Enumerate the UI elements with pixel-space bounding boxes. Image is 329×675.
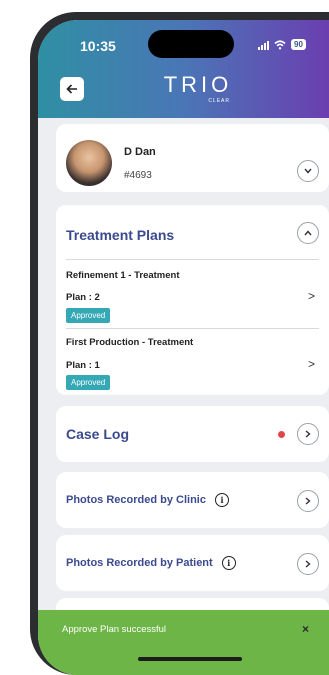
wifi-icon xyxy=(274,39,286,49)
case-log-card[interactable]: Case Log xyxy=(56,406,329,462)
plan-number: Plan : 1 xyxy=(66,360,100,371)
status-badge: Approved xyxy=(66,308,111,323)
status-time: 10:35 xyxy=(80,38,116,54)
photos-patient-button[interactable] xyxy=(297,553,319,575)
photos-clinic-label: Photos Recorded by Clinic xyxy=(66,493,206,506)
photos-clinic-title: Photos Recorded by Clinic i xyxy=(66,493,230,507)
divider xyxy=(66,259,319,260)
treatment-plans-card: Treatment Plans Refinement 1 - Treatment… xyxy=(56,205,329,395)
treatment-plans-title: Treatment Plans xyxy=(66,227,175,243)
chevron-down-icon xyxy=(304,168,312,174)
photos-clinic-card[interactable]: Photos Recorded by Clinic i xyxy=(56,472,329,528)
chevron-right-icon: > xyxy=(307,289,315,303)
expand-patient-button[interactable] xyxy=(297,160,319,182)
chevron-right-icon: > xyxy=(307,357,315,371)
chevron-right-icon xyxy=(305,497,311,505)
phone-screen: 10:35 90 TRIO CLEAR D Dan #4693 Treatmen… xyxy=(38,20,329,675)
toast-message: Approve Plan successful xyxy=(62,624,167,635)
patient-avatar xyxy=(66,140,112,186)
photos-patient-title: Photos Recorded by Patient i xyxy=(66,556,236,570)
signal-icon xyxy=(258,40,269,50)
status-icons: 90 xyxy=(258,39,306,50)
photos-patient-card[interactable]: Photos Recorded by Patient i xyxy=(56,535,329,591)
arrow-left-icon xyxy=(66,84,77,94)
back-button[interactable] xyxy=(60,77,84,101)
chevron-right-icon xyxy=(305,430,311,438)
photos-patient-label: Photos Recorded by Patient xyxy=(66,556,213,569)
battery-indicator: 90 xyxy=(291,39,306,50)
app-header: 10:35 90 TRIO CLEAR xyxy=(38,20,329,118)
patient-name: D Dan xyxy=(124,146,156,158)
info-icon[interactable]: i xyxy=(221,556,236,570)
logo-subtext: CLEAR xyxy=(208,98,230,104)
plan-number: Plan : 2 xyxy=(66,292,100,303)
chevron-right-icon xyxy=(305,560,311,568)
info-icon[interactable]: i xyxy=(215,493,230,507)
success-toast: Approve Plan successful × xyxy=(38,610,329,675)
plan-name: First Production - Treatment xyxy=(66,337,194,348)
case-log-button[interactable] xyxy=(297,423,319,445)
logo-text: TRIO xyxy=(163,72,233,97)
status-badge: Approved xyxy=(66,375,111,390)
patient-card: D Dan #4693 xyxy=(56,124,329,192)
trio-clear-logo: TRIO CLEAR xyxy=(158,72,238,105)
patient-id: #4693 xyxy=(124,170,152,181)
close-icon[interactable]: × xyxy=(302,622,309,636)
photos-clinic-button[interactable] xyxy=(297,490,319,512)
dynamic-island xyxy=(148,30,234,58)
divider xyxy=(66,328,319,329)
case-log-title: Case Log xyxy=(66,426,130,442)
collapse-plans-button[interactable] xyxy=(297,222,319,244)
home-indicator xyxy=(138,657,242,661)
chevron-up-icon xyxy=(304,230,312,236)
plan-name: Refinement 1 - Treatment xyxy=(66,270,180,281)
alert-dot xyxy=(278,431,285,438)
